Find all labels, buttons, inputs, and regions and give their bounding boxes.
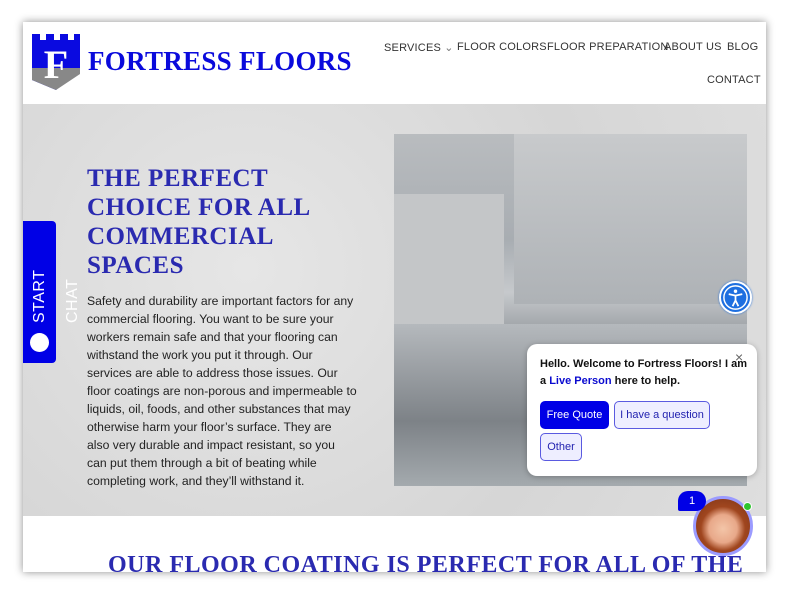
site-header: F FORTRESS FLOORS SERVICES ⌄ FLOOR COLOR… — [23, 22, 766, 104]
chat-bubble-icon — [30, 333, 49, 352]
chevron-down-icon: ⌄ — [444, 42, 454, 54]
start-chat-button[interactable]: START CHAT — [23, 221, 81, 363]
hero-title: THE PERFECT CHOICE FOR ALL COMMERCIAL SP… — [87, 165, 310, 279]
accessibility-button[interactable] — [719, 281, 752, 314]
online-status-dot — [743, 502, 752, 511]
message-text: here to help. — [611, 375, 681, 387]
live-person-link[interactable]: Live Person — [549, 375, 611, 387]
brand-name[interactable]: FORTRESS FLOORS — [88, 46, 352, 77]
nav-about-us[interactable]: ABOUT US — [664, 41, 722, 53]
unread-badge: 1 — [678, 491, 706, 511]
nav-blog[interactable]: BLOG — [727, 41, 758, 53]
svg-text:F: F — [44, 42, 68, 87]
nav-label: SERVICES — [384, 42, 442, 54]
fortress-logo[interactable]: F — [32, 34, 80, 90]
nav-floor-preparation[interactable]: FLOOR PREPARATION — [547, 41, 669, 53]
nav-services[interactable]: SERVICES ⌄ — [384, 41, 454, 54]
question-button[interactable]: I have a question — [614, 401, 710, 429]
free-quote-button[interactable]: Free Quote — [540, 401, 609, 429]
section-2-title: OUR FLOOR COATING IS PERFECT FOR ALL OF … — [108, 552, 744, 572]
nav-floor-colors[interactable]: FLOOR COLORS — [457, 41, 547, 53]
hero-body: Safety and durability are important fact… — [87, 294, 357, 488]
section-2: OUR FLOOR COATING IS PERFECT FOR ALL OF … — [23, 516, 766, 572]
accessibility-icon — [723, 285, 748, 310]
chat-message: Hello. Welcome to Fortress Floors! I am … — [540, 356, 750, 390]
close-icon[interactable]: × — [735, 349, 743, 365]
nav-contact[interactable]: CONTACT — [707, 74, 761, 86]
chat-popup: Hello. Welcome to Fortress Floors! I am … — [527, 344, 757, 476]
page: F FORTRESS FLOORS SERVICES ⌄ FLOOR COLOR… — [23, 22, 766, 572]
other-button[interactable]: Other — [540, 433, 582, 461]
